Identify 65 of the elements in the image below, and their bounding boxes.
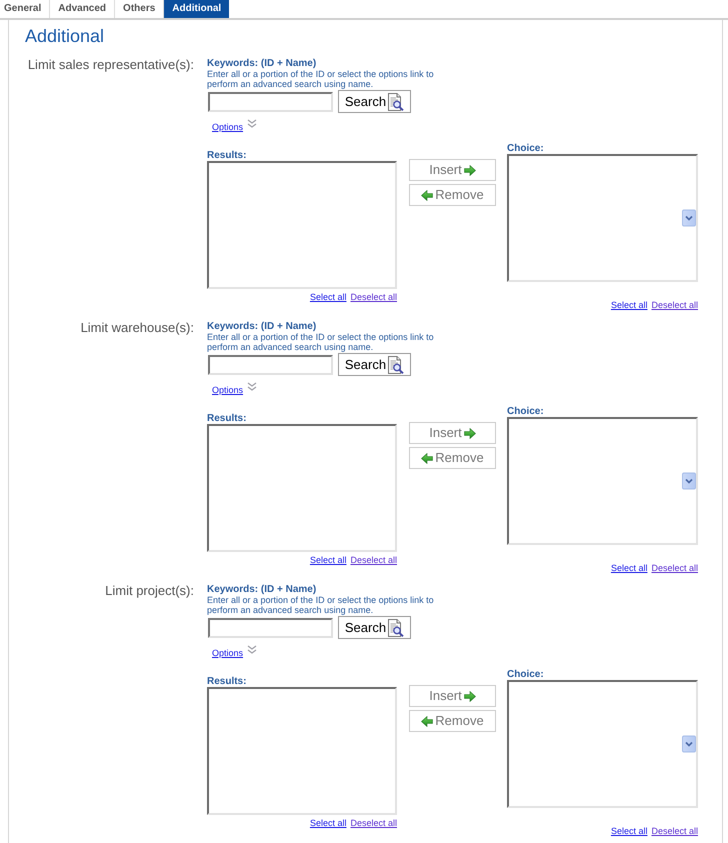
choice-listbox[interactable] (507, 154, 698, 282)
choice-label: Choice: (507, 406, 545, 417)
insert-button[interactable]: Insert (409, 685, 496, 707)
selection-link[interactable]: Select all (310, 292, 346, 303)
arrow-left-icon (421, 716, 434, 726)
results-listbox[interactable] (207, 161, 397, 289)
field-label: Limit warehouse(s): (80, 320, 194, 335)
remove-button[interactable]: Remove (409, 710, 496, 732)
search-input[interactable] (208, 92, 333, 112)
selection-link[interactable]: Deselect all (350, 555, 397, 566)
selection-link[interactable]: Select all (610, 300, 648, 311)
selection-link[interactable]: Deselect all (651, 826, 698, 837)
help-text: Enter all or a portion of the ID or select the options link to perform an advanced search using name. (207, 332, 435, 352)
results-listbox[interactable] (207, 687, 397, 815)
options-link[interactable]: Options (212, 385, 244, 396)
selection-link[interactable]: Select all (610, 563, 648, 574)
arrow-right-icon (464, 690, 476, 702)
search-input[interactable] (208, 618, 333, 638)
arrow-right-icon (464, 428, 476, 438)
document-search-icon (387, 92, 404, 110)
insert-button[interactable]: Insert (409, 422, 496, 444)
choice-listbox[interactable] (507, 417, 698, 545)
double-chevron-down-icon[interactable] (247, 382, 258, 391)
results-label: Results: (207, 676, 248, 687)
options-link[interactable]: Options (212, 648, 244, 659)
options-link[interactable]: Options (212, 122, 244, 133)
field-label: Limit sales representative(s): (26, 57, 194, 72)
remove-button[interactable]: Remove (409, 447, 496, 469)
double-chevron-down-icon[interactable] (247, 645, 258, 654)
keywords-label: Keywords: (ID + Name) (207, 584, 316, 595)
chevron-down-icon[interactable] (682, 210, 696, 226)
arrow-right-icon (464, 164, 476, 176)
help-text: Enter all or a portion of the ID or select the options link to perform an advanced search using name. (207, 595, 435, 615)
tab[interactable]: Additional (163, 0, 230, 18)
arrow-left-icon (421, 452, 434, 464)
chevron-down-icon[interactable] (682, 736, 696, 752)
search-input[interactable] (208, 354, 333, 374)
double-chevron-down-icon[interactable] (247, 119, 258, 128)
results-label: Results: (207, 150, 248, 161)
choice-listbox[interactable] (507, 680, 698, 808)
document-search-icon (387, 618, 404, 636)
selection-link[interactable]: Deselect all (651, 563, 698, 574)
selection-link[interactable]: Deselect all (651, 300, 698, 311)
results-listbox[interactable] (207, 424, 397, 552)
document-search-icon (387, 356, 404, 374)
search-button[interactable]: Search (338, 353, 411, 376)
selection-link[interactable]: Select all (610, 826, 648, 837)
help-text: Enter all or a portion of the ID or select the options link to perform an advanced search using name. (207, 69, 435, 89)
selection-link[interactable]: Deselect all (350, 292, 397, 303)
selection-link[interactable]: Select all (310, 555, 346, 566)
search-button[interactable]: Search (338, 90, 411, 113)
search-button[interactable]: Search (338, 616, 411, 639)
selection-link[interactable]: Select all (310, 818, 346, 829)
insert-button[interactable]: Insert (409, 159, 496, 181)
results-label: Results: (207, 413, 248, 424)
keywords-label: Keywords: (ID + Name) (207, 58, 316, 69)
arrow-left-icon (421, 190, 434, 200)
selection-link[interactable]: Deselect all (350, 818, 397, 829)
keywords-label: Keywords: (ID + Name) (207, 321, 316, 332)
remove-button[interactable]: Remove (409, 184, 496, 206)
field-label: Limit project(s): (104, 583, 194, 598)
chevron-down-icon[interactable] (682, 472, 696, 490)
section-title: Additional (25, 25, 104, 47)
choice-label: Choice: (507, 669, 545, 680)
choice-label: Choice: (507, 143, 545, 154)
